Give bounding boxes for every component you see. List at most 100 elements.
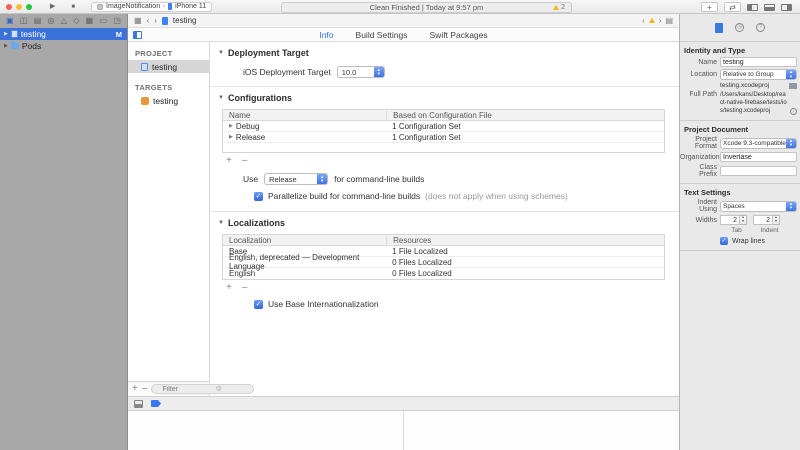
issue-navigator-tab-icon[interactable]: △ (61, 17, 67, 25)
disclosure-triangle-icon[interactable]: ▶ (4, 43, 8, 49)
stop-button[interactable]: ■ (71, 4, 75, 10)
editor-options-button[interactable]: ▤ (665, 17, 673, 25)
run-button[interactable]: ▶ (50, 3, 55, 10)
navigator-panel: ▣ ◫ ▤ ◎ △ ◇ ▦ ▭ ◳ ▶ testing M ▶ Pods (0, 14, 128, 450)
section-deployment-target[interactable]: ▼ Deployment Target (210, 42, 679, 61)
symbol-navigator-tab-icon[interactable]: ▤ (34, 17, 42, 25)
file-inspector-tab-icon[interactable] (715, 23, 723, 33)
widths-label: Widths (680, 217, 720, 224)
add-configuration-button[interactable]: + (226, 156, 232, 166)
editor-arrows-button[interactable]: ⇄ (724, 2, 741, 12)
debug-area-toggle-button[interactable] (764, 4, 775, 11)
dropdown-value: Spaces (721, 202, 786, 211)
back-button[interactable]: ‹ (147, 17, 150, 25)
column-header-localization: Localization (223, 236, 386, 245)
report-navigator-tab-icon[interactable]: ◳ (113, 17, 121, 25)
library-button[interactable]: + (701, 2, 718, 12)
project-format-dropdown[interactable]: Xcode 9.3-compatible ▲▼ (720, 138, 797, 149)
dropdown-value: Release (265, 174, 317, 184)
organization-field[interactable] (720, 152, 797, 162)
scheme-selector[interactable]: ImageNotification › iPhone 11 (91, 2, 212, 12)
project-item-testing[interactable]: testing (128, 60, 209, 73)
navigator-tab-bar: ▣ ◫ ▤ ◎ △ ◇ ▦ ▭ ◳ (0, 14, 127, 28)
target-item-testing[interactable]: testing (128, 94, 209, 107)
console-pane[interactable] (403, 411, 679, 450)
ios-deployment-target-dropdown[interactable]: 10.0 ▲▼ (337, 66, 385, 78)
breakpoint-navigator-tab-icon[interactable]: ▭ (100, 17, 108, 25)
remove-target-button[interactable]: – (142, 384, 148, 394)
remove-localization-button[interactable]: – (242, 283, 248, 293)
issue-back-button[interactable]: ‹ (642, 17, 645, 25)
text-settings-section-title: Text Settings (684, 188, 800, 197)
tab-width-stepper[interactable]: ▲▼ (740, 215, 747, 225)
indent-using-dropdown[interactable]: Spaces ▲▼ (720, 201, 797, 212)
jump-bar-file[interactable]: testing (173, 16, 197, 25)
source-control-tab-icon[interactable]: ◫ (20, 17, 28, 25)
table-row[interactable]: English 0 Files Localized (223, 268, 664, 279)
workspace-icon (11, 43, 19, 49)
zoom-button[interactable] (26, 4, 32, 10)
navigator-toggle-button[interactable] (747, 4, 758, 11)
use-suffix-label: for command-line builds (334, 174, 424, 184)
command-line-config-dropdown[interactable]: Release ▲▼ (264, 173, 328, 185)
tab-info[interactable]: Info (319, 30, 333, 40)
history-inspector-tab-icon[interactable]: ◷ (735, 23, 744, 32)
debug-navigator-tab-icon[interactable]: ▦ (86, 17, 94, 25)
warning-badge[interactable]: 2 (553, 4, 565, 11)
section-title: Localizations (228, 218, 285, 228)
localization-value: 0 Files Localized (386, 258, 664, 267)
disclosure-triangle-icon[interactable]: ▶ (229, 134, 233, 140)
navigator-item-pods[interactable]: ▶ Pods (0, 40, 127, 52)
debug-area-toggle-icon[interactable] (134, 400, 143, 408)
sidebar-filter-bar: + – ◎ (128, 381, 209, 396)
navigator-item-label: testing (21, 29, 46, 39)
remove-configuration-button[interactable]: – (242, 156, 248, 166)
location-dropdown[interactable]: Relative to Group ▲▼ (720, 69, 797, 80)
minimize-button[interactable] (16, 4, 22, 10)
find-navigator-tab-icon[interactable]: ◎ (48, 17, 55, 25)
disclosure-triangle-icon[interactable]: ▶ (4, 31, 8, 37)
quick-help-tab-icon[interactable]: ? (756, 23, 765, 32)
section-localizations[interactable]: ▼ Localizations (210, 212, 679, 231)
warning-icon (649, 18, 655, 23)
breakpoints-toggle-icon[interactable] (151, 400, 161, 407)
table-row[interactable]: ▶ Release 1 Configuration Set (223, 132, 664, 143)
indent-width-field[interactable]: 2 (753, 215, 773, 225)
project-navigator-tab-icon[interactable]: ▣ (6, 17, 14, 25)
disclosure-triangle-icon[interactable]: ▶ (229, 123, 233, 129)
parallelize-label: Parallelize build for command-line build… (268, 191, 420, 201)
choose-location-folder-icon[interactable] (789, 83, 797, 89)
filter-input[interactable] (151, 384, 254, 394)
test-navigator-tab-icon[interactable]: ◇ (73, 17, 79, 25)
scheme-name: ImageNotification (106, 3, 160, 10)
close-button[interactable] (6, 4, 12, 10)
wrap-lines-checkbox[interactable]: ✓ (720, 237, 728, 245)
tab-width-field[interactable]: 2 (720, 215, 740, 225)
indent-width-stepper[interactable]: ▲▼ (773, 215, 780, 225)
inspector-toggle-button[interactable] (781, 4, 792, 11)
parallelize-checkbox[interactable]: ✓ (254, 192, 263, 201)
reveal-in-finder-icon[interactable]: › (790, 108, 797, 115)
base-internationalization-checkbox[interactable]: ✓ (254, 300, 263, 309)
tab-swift-packages[interactable]: Swift Packages (430, 30, 488, 40)
class-prefix-field[interactable] (720, 166, 797, 176)
filter-icon: ◎ (216, 384, 222, 392)
variables-view-pane[interactable] (128, 411, 403, 450)
name-field[interactable] (720, 57, 797, 67)
config-name: Debug (236, 122, 260, 131)
section-configurations[interactable]: ▼ Configurations (210, 87, 679, 106)
add-target-button[interactable]: + (132, 384, 138, 394)
table-row[interactable]: ▶ Debug 1 Configuration Set (223, 121, 664, 132)
issue-forward-button[interactable]: › (659, 17, 662, 25)
app-extension-icon (97, 4, 103, 10)
related-items-icon[interactable]: ▦ (134, 17, 142, 25)
table-header: Localization Resources (223, 235, 664, 246)
tab-build-settings[interactable]: Build Settings (356, 30, 408, 40)
add-localization-button[interactable]: + (226, 283, 232, 293)
navigator-item-testing[interactable]: ▶ testing M (0, 28, 127, 40)
debug-area (128, 411, 679, 450)
forward-button[interactable]: › (154, 17, 157, 25)
table-row[interactable]: English, deprecated — Development Langua… (223, 257, 664, 268)
column-header-based-on: Based on Configuration File (386, 111, 664, 120)
disclosure-triangle-icon: ▼ (218, 95, 224, 101)
